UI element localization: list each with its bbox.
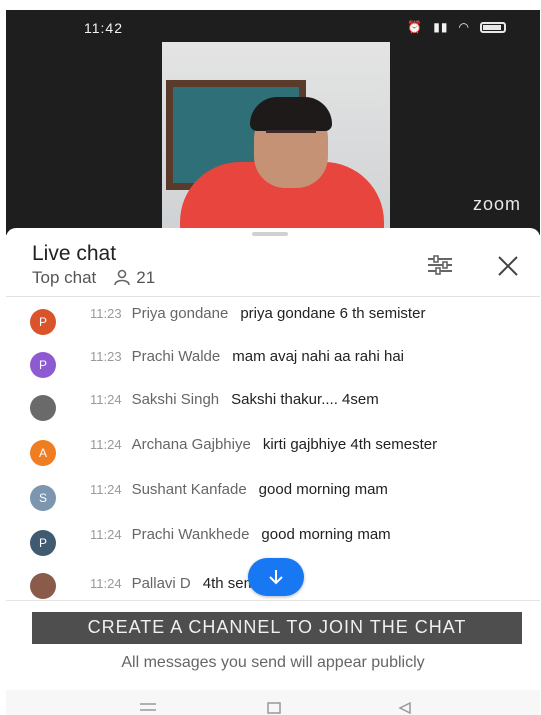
zoom-watermark: zoom	[472, 194, 521, 214]
close-icon[interactable]	[496, 254, 520, 278]
message-body: 11:24 Archana Gajbhiye kirti gajbhiye 4th …	[90, 434, 520, 456]
avatar[interactable]: A	[30, 440, 56, 466]
filter-icon[interactable]	[426, 255, 454, 275]
message-author[interactable]: Prachi Wankhede	[132, 526, 250, 543]
viewers-icon	[114, 269, 131, 286]
drag-handle[interactable]	[252, 232, 288, 236]
glasses	[266, 130, 316, 143]
chat-title: Live chat	[32, 242, 117, 265]
chat-subtitle[interactable]: Top chat 21	[32, 268, 155, 288]
message-text: Sakshi thakur.... 4sem	[231, 391, 379, 408]
home-icon[interactable]	[266, 702, 282, 714]
message-body: 11:23 Prachi Walde mam avaj nahi aa rahi h…	[90, 346, 520, 368]
message-body: 11:24 Sushant Kanfade good morning mam	[90, 479, 520, 501]
battery-icon	[480, 21, 506, 33]
message-time: 11:24	[90, 482, 122, 497]
message-text: mam avaj nahi aa rahi hai	[232, 348, 404, 365]
create-channel-button[interactable]: CREATE A CHANNEL TO JOIN THE CHAT	[32, 612, 522, 644]
message-body: 11:23 Priya gondane priya gondane 6 th sem…	[90, 303, 520, 325]
viewer-count-value: 21	[136, 268, 156, 287]
message-time: 11:23	[90, 306, 122, 321]
viewer-count: 21	[114, 268, 155, 288]
status-time: 11:42	[84, 20, 123, 36]
status-icons: ⏰ ▮▮ ◠	[407, 20, 506, 34]
message-body: 11:24 Pallavi D 4th sem	[90, 573, 520, 595]
scroll-to-bottom-button[interactable]	[248, 558, 304, 596]
message-time: 11:24	[90, 527, 122, 542]
avatar[interactable]	[30, 573, 56, 599]
message-body: 11:24 Sakshi Singh Sakshi thakur.... 4sem	[90, 389, 520, 411]
message-author[interactable]: Sakshi Singh	[132, 391, 220, 408]
message-text: good morning mam	[258, 481, 388, 498]
avatar[interactable]: P	[30, 530, 56, 556]
alarm-icon: ⏰	[407, 20, 424, 34]
message-time: 11:24	[90, 437, 122, 452]
avatar-letter: P	[38, 315, 47, 329]
message-text: priya gondane 6 th semister	[240, 305, 426, 322]
video-frame	[162, 42, 390, 232]
signal-icon: ▮▮	[433, 20, 449, 34]
avatar[interactable]: P	[30, 309, 56, 335]
avatar-letter: P	[38, 358, 47, 372]
avatar-letter: S	[38, 491, 47, 505]
message-author[interactable]: Sushant Kanfade	[132, 481, 247, 498]
message-text: kirti gajbhiye 4th semester	[262, 436, 438, 453]
avatar-letter: A	[38, 446, 47, 460]
message-author[interactable]: Archana Gajbhiye	[132, 436, 251, 453]
chat-mode-selector[interactable]: Top chat	[32, 268, 96, 288]
message-time: 11:23	[90, 349, 122, 364]
status-bar: 11:42 ⏰ ▮▮ ◠	[6, 10, 540, 46]
message-time: 11:24	[90, 576, 122, 591]
create-channel-label: CREATE A CHANNEL TO JOIN THE CHAT	[87, 617, 467, 637]
screen: 11:42 ⏰ ▮▮ ◠ zoom Live chat Top chat 21	[0, 0, 541, 715]
message-text: good morning mam	[261, 526, 391, 543]
message-list[interactable]: P 11:23 Priya gondane priya gondane 6 th s…	[6, 297, 540, 600]
message-time: 11:24	[90, 392, 122, 407]
person-hair	[250, 97, 332, 131]
avatar[interactable]: S	[30, 485, 56, 511]
avatar[interactable]	[30, 395, 56, 421]
arrow-down-icon	[269, 570, 283, 585]
message-author[interactable]: Priya gondane	[132, 305, 229, 322]
message-author[interactable]: Pallavi D	[132, 575, 191, 592]
avatar-letter: P	[38, 536, 47, 550]
avatar[interactable]: P	[30, 352, 56, 378]
message-body: 11:24 Prachi Wankhede good morning mam	[90, 524, 520, 546]
wifi-icon: ◠	[458, 20, 470, 34]
message-author[interactable]: Prachi Walde	[132, 348, 221, 365]
menu-icon[interactable]	[138, 702, 158, 712]
footer-divider	[6, 600, 540, 601]
back-icon[interactable]	[398, 702, 412, 714]
public-note: All messages you send will appear public…	[121, 654, 425, 671]
